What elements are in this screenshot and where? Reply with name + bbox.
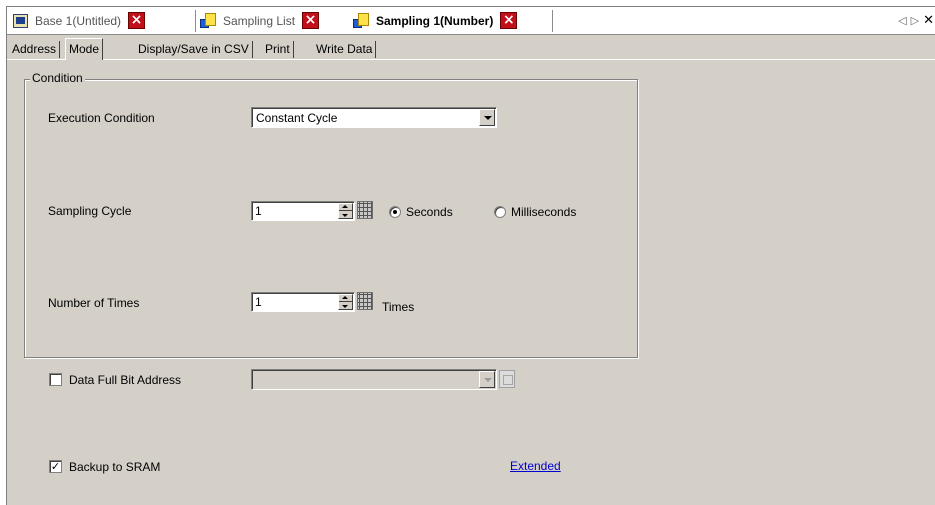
- mode-tab-page: Condition Execution Condition Constant C…: [7, 59, 935, 505]
- property-tab-strip: Address Mode Display/Save in CSV Print W…: [7, 35, 935, 60]
- tab-navigation: ◁ ▷ ✕: [898, 7, 934, 34]
- tab-mode[interactable]: Mode: [65, 38, 104, 60]
- doc-tab-base1[interactable]: Base 1(Untitled) ×: [13, 7, 146, 34]
- seconds-label: Seconds: [406, 205, 453, 219]
- doc-tab-label: Sampling List: [223, 13, 296, 28]
- doc-tab-sampling1[interactable]: Sampling 1(Number) ×: [353, 7, 518, 34]
- doc-tab-label: Base 1(Untitled): [35, 13, 122, 28]
- sampling-cycle-value: 1: [255, 204, 262, 218]
- tab-separator: [195, 10, 196, 32]
- chevron-down-icon[interactable]: [479, 109, 495, 126]
- editor-window: Base 1(Untitled) × Sampling List × Sampl…: [6, 6, 935, 505]
- milliseconds-radio[interactable]: [494, 206, 506, 218]
- tab-address[interactable]: Address: [9, 41, 61, 58]
- backup-to-sram-label: Backup to SRAM: [69, 460, 161, 474]
- data-full-bit-address-select[interactable]: [251, 369, 497, 390]
- data-full-bit-checkbox[interactable]: [49, 373, 62, 386]
- backup-to-sram-checkbox[interactable]: ✓: [49, 460, 62, 473]
- tab-display-save-csv[interactable]: Display/Save in CSV: [135, 41, 253, 58]
- times-unit-label: Times: [382, 300, 415, 314]
- document-tab-strip: Base 1(Untitled) × Sampling List × Sampl…: [7, 7, 935, 35]
- close-icon[interactable]: ×: [500, 12, 518, 29]
- tab-scroll-left-icon[interactable]: ◁: [898, 14, 906, 27]
- close-icon[interactable]: ×: [128, 12, 146, 29]
- tab-separator: [552, 10, 553, 32]
- number-of-times-value: 1: [255, 295, 262, 309]
- close-all-icon[interactable]: ✕: [923, 13, 934, 28]
- sheet-icon: [200, 12, 216, 29]
- execution-condition-select[interactable]: Constant Cycle: [251, 107, 497, 128]
- extended-link[interactable]: Extended: [510, 459, 561, 473]
- seconds-radio[interactable]: [389, 206, 401, 218]
- doc-tab-sampling-list[interactable]: Sampling List ×: [200, 7, 320, 34]
- execution-condition-label: Execution Condition: [48, 111, 155, 125]
- close-icon[interactable]: ×: [302, 12, 320, 29]
- number-of-times-stepper[interactable]: 1: [251, 292, 355, 312]
- keypad-icon[interactable]: [357, 292, 373, 310]
- condition-group-title: Condition: [30, 71, 85, 85]
- tab-write-data[interactable]: Write Data: [313, 41, 377, 58]
- tab-scroll-right-icon[interactable]: ▷: [911, 14, 919, 27]
- sampling-cycle-stepper[interactable]: 1: [251, 201, 355, 221]
- sampling-cycle-label: Sampling Cycle: [48, 204, 132, 218]
- spin-arrows-icon[interactable]: [338, 203, 353, 219]
- doc-tab-label: Sampling 1(Number): [376, 13, 494, 28]
- keypad-icon[interactable]: [357, 201, 373, 219]
- sheet-icon: [353, 12, 369, 29]
- number-of-times-label: Number of Times: [48, 296, 140, 310]
- milliseconds-label: Milliseconds: [511, 205, 577, 219]
- execution-condition-value: Constant Cycle: [256, 111, 338, 125]
- chevron-down-icon[interactable]: [479, 371, 495, 388]
- spin-arrows-icon[interactable]: [338, 294, 353, 310]
- monitor-icon: [13, 13, 28, 28]
- address-input-icon[interactable]: [499, 370, 515, 388]
- tab-print[interactable]: Print: [262, 41, 294, 58]
- data-full-bit-label: Data Full Bit Address: [69, 373, 182, 387]
